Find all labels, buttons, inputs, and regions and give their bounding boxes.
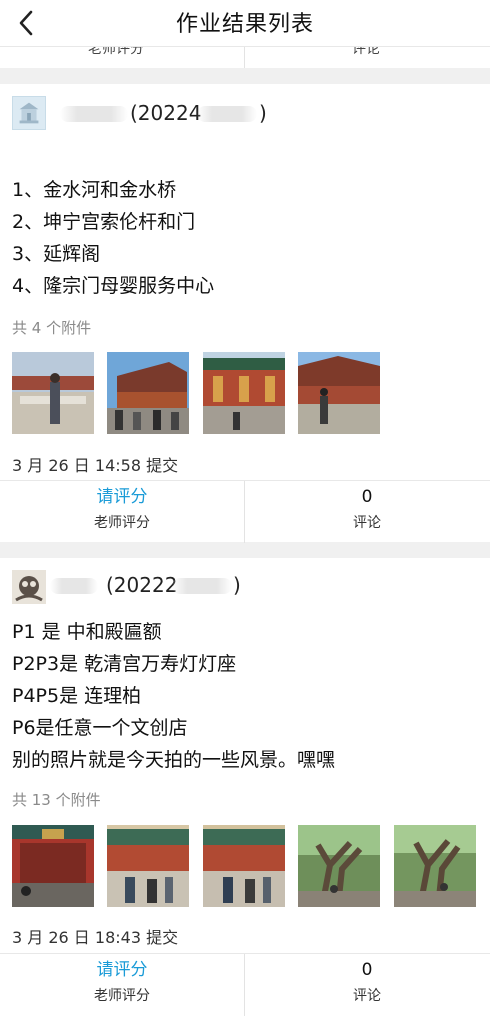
content-line: 别的照片就是今天拍的一些风景。嘿嘿 [12,749,336,771]
comment-count: 0 [361,960,373,980]
content-line: P2P3是 乾清宫万寿灯灯座 [12,653,237,675]
redacted-name [50,578,98,594]
rate-button[interactable]: 请评分 老师评分 [0,954,244,1016]
avatar[interactable] [12,96,46,130]
submitted-time: 3 月 26 日 14:58 提交 [12,456,179,475]
attachment-count: 共 13 个附件 [12,791,101,809]
rate-button[interactable]: 请评分 老师评分 [0,481,244,543]
content-line: P1 是 中和殿匾额 [12,621,162,643]
redacted-id [172,578,232,594]
student-id: (20222 [106,573,178,597]
content-line: 1、金水河和金水桥 [12,179,177,201]
submission-card[interactable]: (20224 ) 1、金水河和金水桥 2、坤宁宫索伦杆和门 3、延辉阁 4、隆宗… [0,84,490,543]
content-line: P6是任意一个文创店 [12,717,188,739]
rate-label: 老师评分 [94,988,150,1004]
divider [244,47,245,68]
app-header: 作业结果列表 [0,0,490,46]
page-title: 作业结果列表 [175,12,314,37]
attachment-thumbnail[interactable] [203,825,285,907]
comment-button[interactable]: 0 评论 [245,481,489,543]
rate-label: 老师评分 [94,515,150,531]
comment-button[interactable]: 0 评论 [245,954,489,1016]
attachment-thumbnail[interactable] [12,825,94,907]
card-stats: 请评分 老师评分 0 评论 [0,953,490,1016]
previous-comment-label: 评论 [352,46,380,57]
redacted-name [60,106,128,122]
content-line: 2、坤宁宫索伦杆和门 [12,211,196,233]
attachment-thumbnail[interactable] [298,352,380,434]
submission-card[interactable]: (20222 ) P1 是 中和殿匾额 P2P3是 乾清宫万寿灯灯座 P4P5是… [0,558,490,1024]
content-line: P4P5是 连理柏 [12,685,142,707]
previous-rating-label: 老师评分 [88,46,144,57]
card-stats: 请评分 老师评分 0 评论 [0,480,490,543]
rate-link[interactable]: 请评分 [0,959,244,981]
avatar[interactable] [12,570,46,604]
content-line: 4、隆宗门母婴服务中心 [12,275,215,297]
attachment-thumbnail[interactable] [394,825,476,907]
attachment-thumbnail[interactable] [298,825,380,907]
rate-link[interactable]: 请评分 [0,486,244,508]
comment-count: 0 [361,487,373,507]
attachment-thumbnail[interactable] [203,352,285,434]
attachment-thumbnail[interactable] [107,352,189,434]
student-id-end: ) [233,573,241,597]
comment-label: 评论 [353,515,381,531]
submission-text: P1 是 中和殿匾额 P2P3是 乾清宫万寿灯灯座 P4P5是 连理柏 P6是任… [12,616,335,776]
content-line: 3、延辉阁 [12,243,101,265]
redacted-id [197,106,257,122]
building-icon [13,97,45,129]
student-id-end: ) [259,101,267,125]
attachment-count: 共 4 个附件 [12,319,92,337]
submission-text: 1、金水河和金水桥 2、坤宁宫索伦杆和门 3、延辉阁 4、隆宗门母婴服务中心 [12,174,214,302]
submitted-time: 3 月 26 日 18:43 提交 [12,928,179,947]
student-id: (20224 [130,101,202,125]
pattern-avatar-icon [12,570,46,604]
attachment-thumbnail[interactable] [12,352,94,434]
attachment-thumbnail[interactable] [107,825,189,907]
comment-label: 评论 [353,988,381,1004]
previous-card-stats: 老师评分 评论 [0,46,490,68]
